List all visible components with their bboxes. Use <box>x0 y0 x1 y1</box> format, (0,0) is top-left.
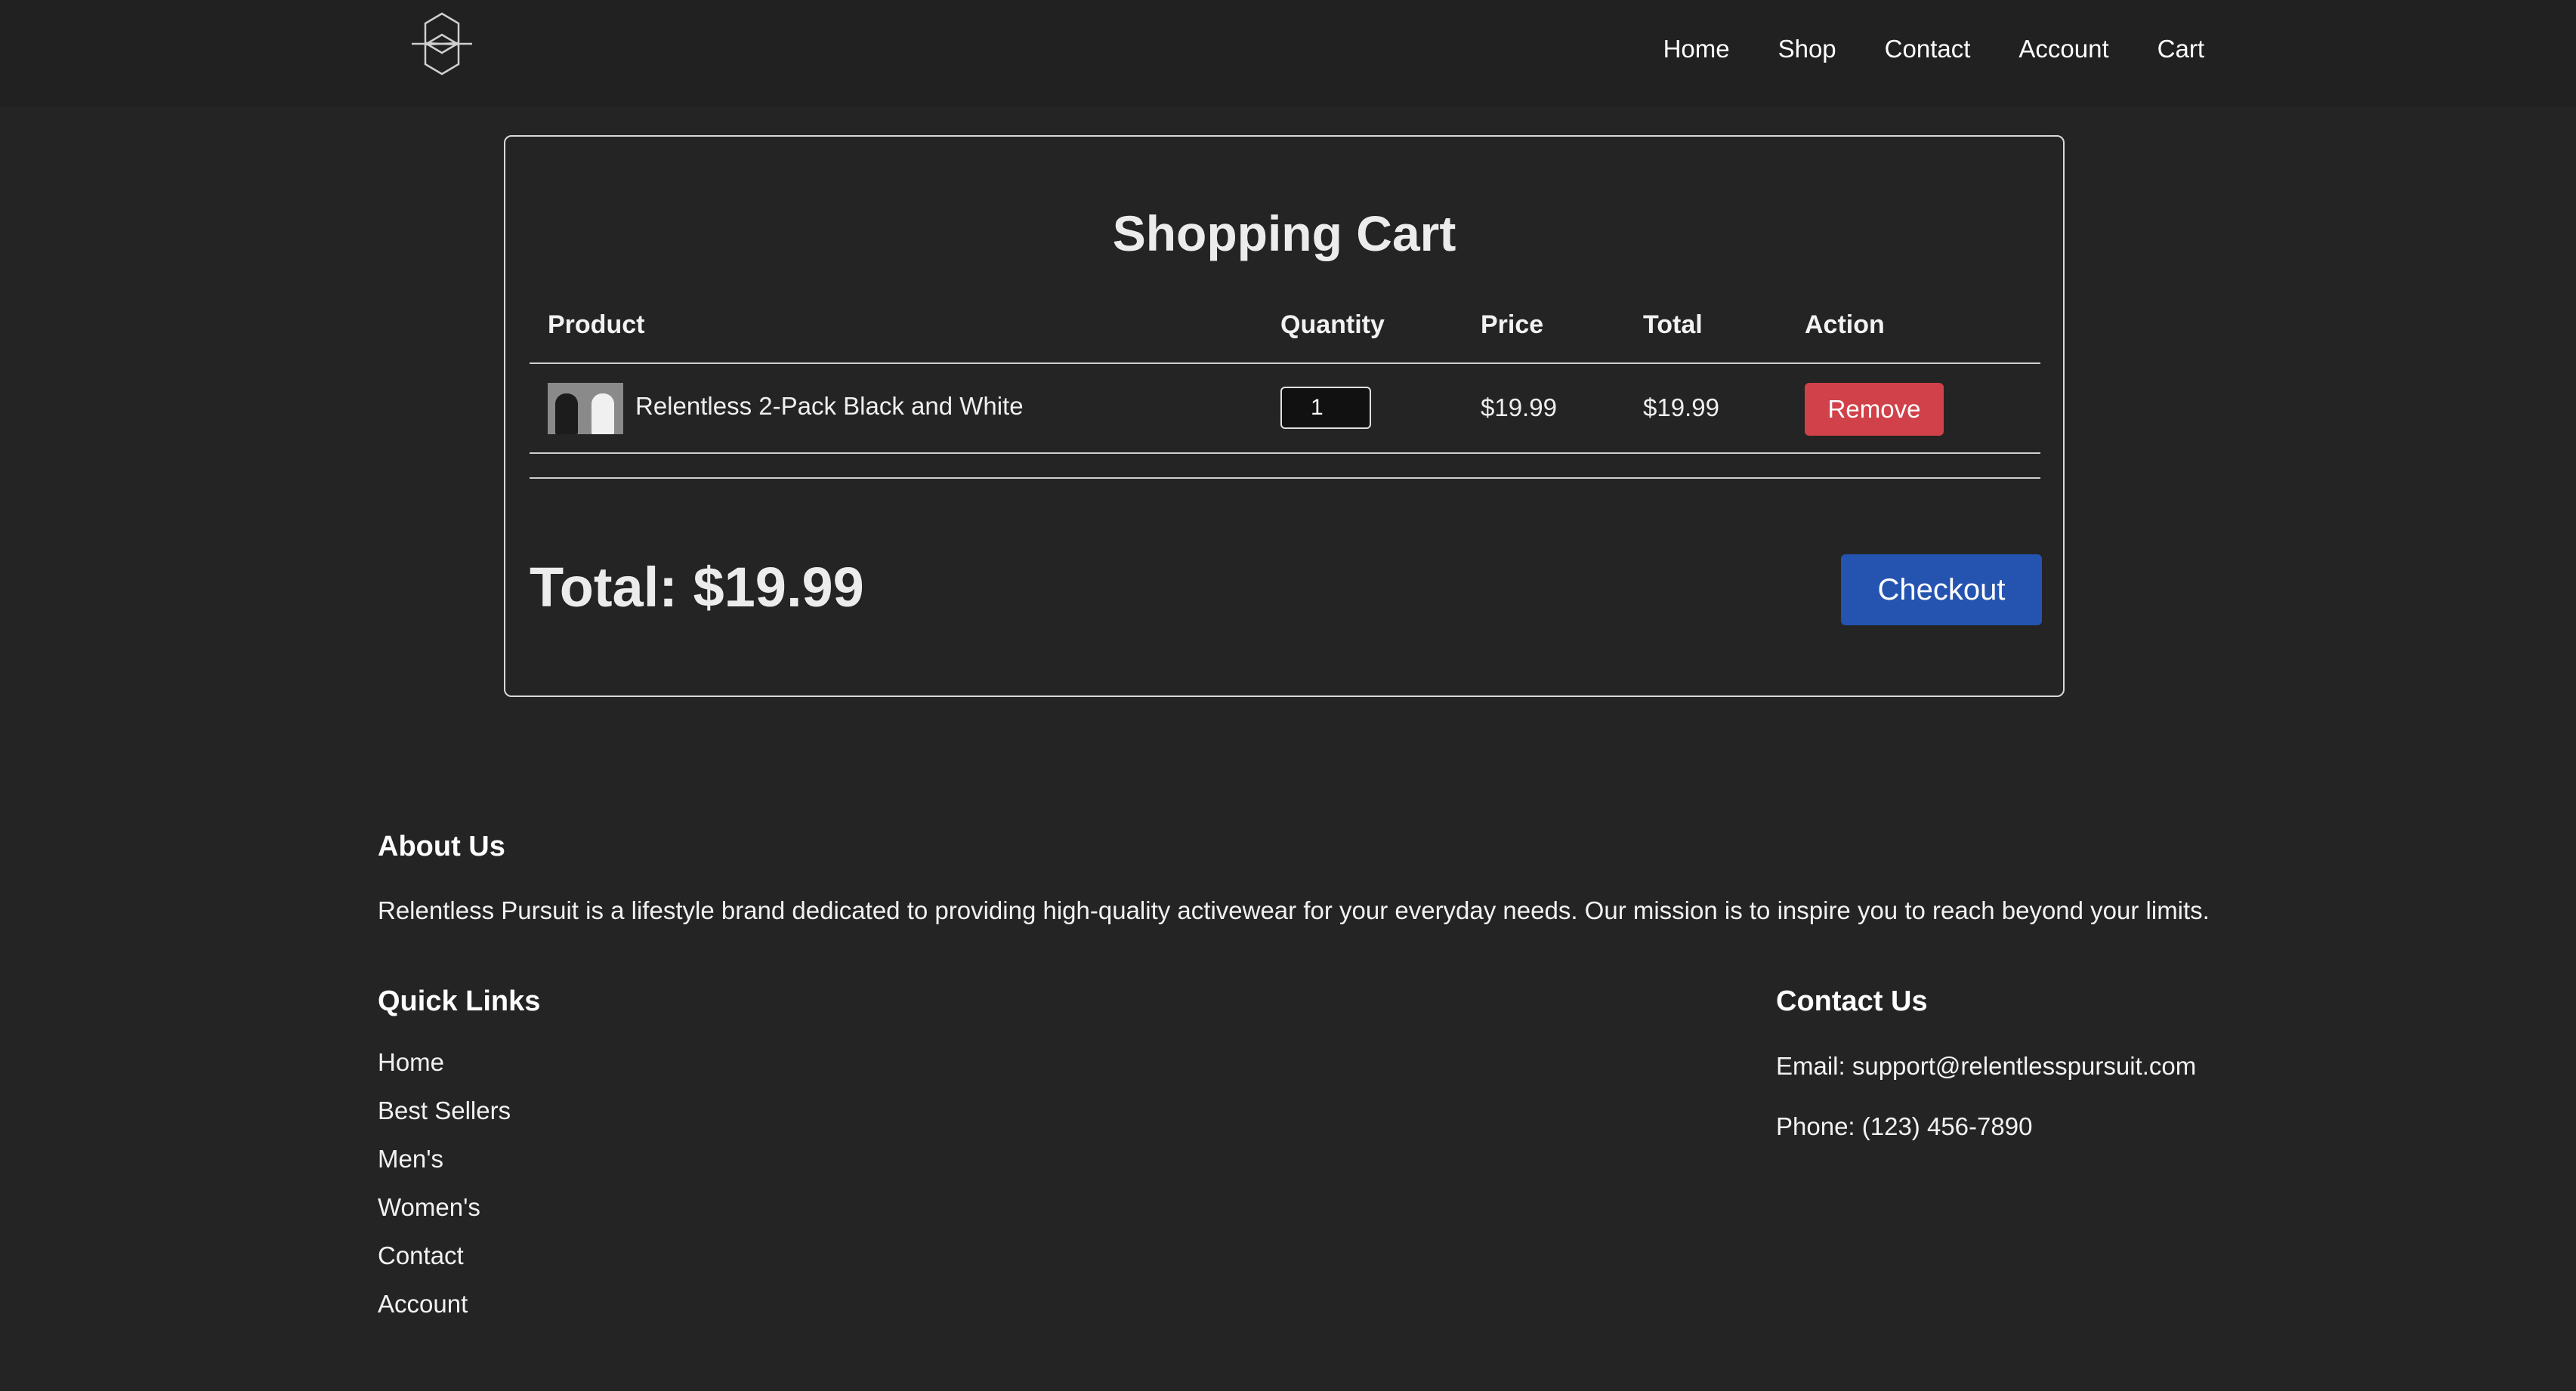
remove-item-button[interactable]: Remove <box>1805 383 1944 436</box>
contact-us-heading: Contact Us <box>1776 985 1928 1017</box>
table-bottom-divider <box>530 477 2040 479</box>
about-us-text: Relentless Pursuit is a lifestyle brand … <box>378 896 2210 924</box>
quantity-input[interactable] <box>1280 387 1371 429</box>
footer-link-account[interactable]: Account <box>378 1290 511 1338</box>
column-header-total: Total <box>1643 310 1703 339</box>
footer-link-womens[interactable]: Women's <box>378 1193 511 1241</box>
column-header-price: Price <box>1481 310 1544 339</box>
product-thumbnail <box>548 383 623 434</box>
table-row-divider <box>530 452 2040 454</box>
shopping-cart-panel: Shopping Cart Product Quantity Price Tot… <box>504 135 2065 697</box>
column-header-quantity: Quantity <box>1280 310 1385 339</box>
cart-grand-total: Total: $19.99 <box>530 556 864 618</box>
table-header-divider <box>530 362 2040 364</box>
contact-phone: Phone: (123) 456-7890 <box>1776 1112 2033 1140</box>
quick-links-heading: Quick Links <box>378 985 541 1017</box>
footer-link-best-sellers[interactable]: Best Sellers <box>378 1096 511 1145</box>
checkout-button[interactable]: Checkout <box>1841 554 2042 625</box>
contact-email: Email: support@relentlesspursuit.com <box>1776 1052 2197 1080</box>
column-header-product: Product <box>548 310 645 339</box>
top-navbar: Home Shop Contact Account Cart <box>0 0 2576 107</box>
item-price: $19.99 <box>1481 393 1557 421</box>
quick-links-list: Home Best Sellers Men's Women's Contact … <box>378 1048 511 1338</box>
nav-cart-link[interactable]: Cart <box>2157 35 2204 63</box>
nav-home-link[interactable]: Home <box>1663 35 1730 63</box>
footer-link-mens[interactable]: Men's <box>378 1145 511 1193</box>
about-us-heading: About Us <box>378 831 505 862</box>
footer-link-home[interactable]: Home <box>378 1048 511 1096</box>
column-header-action: Action <box>1805 310 1885 339</box>
page-title: Shopping Cart <box>1112 205 1456 261</box>
hexagon-logo-icon[interactable] <box>408 11 476 77</box>
nav-links: Home Shop Contact Account Cart <box>1615 0 2204 98</box>
nav-shop-link[interactable]: Shop <box>1778 35 1836 63</box>
nav-contact-link[interactable]: Contact <box>1885 35 1971 63</box>
nav-account-link[interactable]: Account <box>2018 35 2108 63</box>
item-total: $19.99 <box>1643 393 1719 421</box>
product-name: Relentless 2-Pack Black and White <box>635 392 1024 420</box>
footer-link-contact[interactable]: Contact <box>378 1241 511 1290</box>
